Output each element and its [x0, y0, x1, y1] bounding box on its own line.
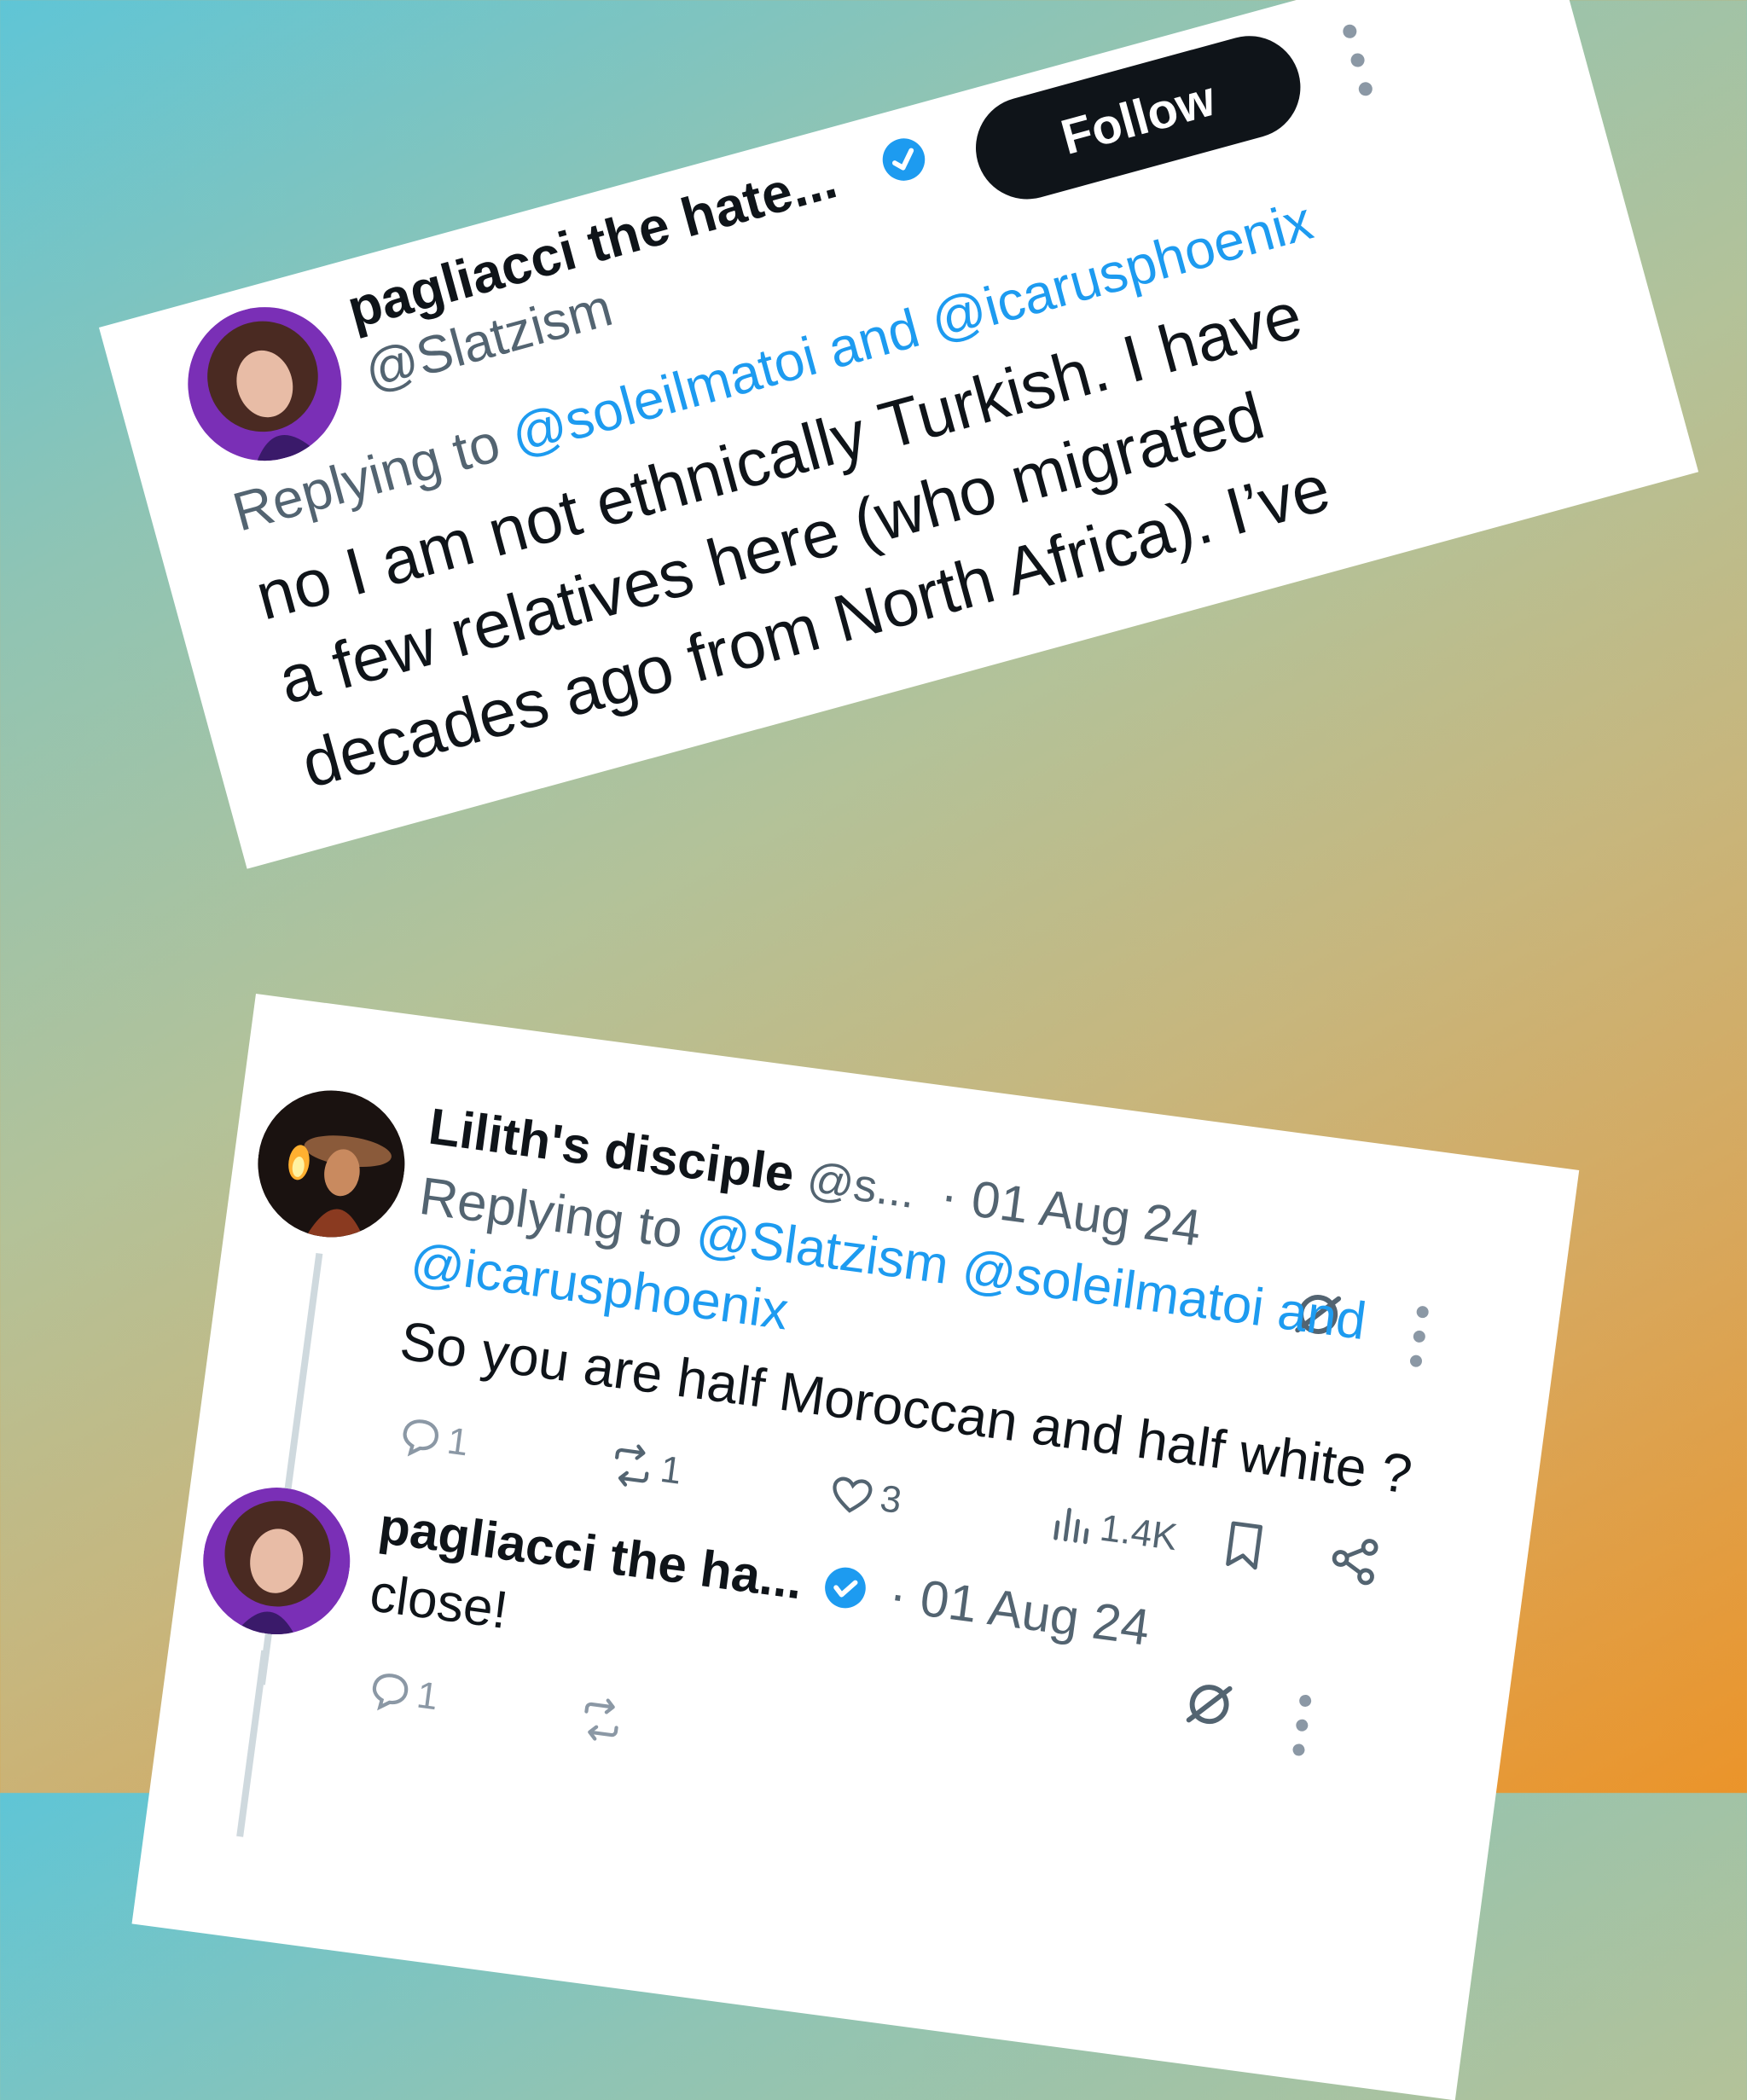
heart-icon [833, 1476, 873, 1513]
repost-icon [615, 1444, 649, 1487]
reply-button[interactable]: 1 [393, 1411, 471, 1468]
avatar[interactable] [170, 289, 359, 479]
repost-icon [584, 1698, 618, 1741]
repost-button[interactable]: 1 [605, 1439, 684, 1496]
thread-line [236, 1650, 269, 1837]
reply-bubble-icon [372, 1674, 409, 1711]
profile-photo-icon [248, 1081, 415, 1247]
avatar[interactable] [194, 1478, 359, 1644]
bookmark-button[interactable] [1214, 1515, 1275, 1576]
share-icon [1332, 1539, 1378, 1586]
reply-bubble-icon [403, 1419, 438, 1457]
avatar[interactable] [248, 1081, 415, 1247]
like-button[interactable]: 3 [825, 1468, 904, 1525]
tweet-card-thread: Lilith's disciple @s... · 01 Aug 24 Repl… [131, 994, 1580, 2100]
more-vertical-icon[interactable] [1407, 1305, 1431, 1368]
handle[interactable]: @s... [804, 1153, 919, 1218]
verified-badge-icon [818, 1558, 870, 1627]
share-button[interactable] [1324, 1529, 1385, 1591]
repost-button[interactable] [575, 1693, 629, 1747]
bookmark-icon [1226, 1521, 1263, 1570]
reply-button[interactable]: 1 [363, 1665, 441, 1722]
views-bar-chart-icon [1053, 1507, 1089, 1545]
profile-photo-icon [194, 1478, 359, 1644]
views-button[interactable]: 1.4K [1045, 1497, 1181, 1562]
profile-photo-icon [170, 289, 359, 479]
tweet-card-top: pagliacci the hate... @Slatzism Follow R… [99, 0, 1699, 869]
more-vertical-icon[interactable] [1291, 1694, 1314, 1757]
grok-slash-icon[interactable] [1179, 1674, 1240, 1735]
verified-badge-icon [875, 131, 932, 188]
timestamp[interactable]: · 01 Aug 24 [886, 1565, 1153, 1656]
more-vertical-icon[interactable] [1340, 22, 1376, 98]
follow-button[interactable]: Follow [964, 24, 1313, 212]
